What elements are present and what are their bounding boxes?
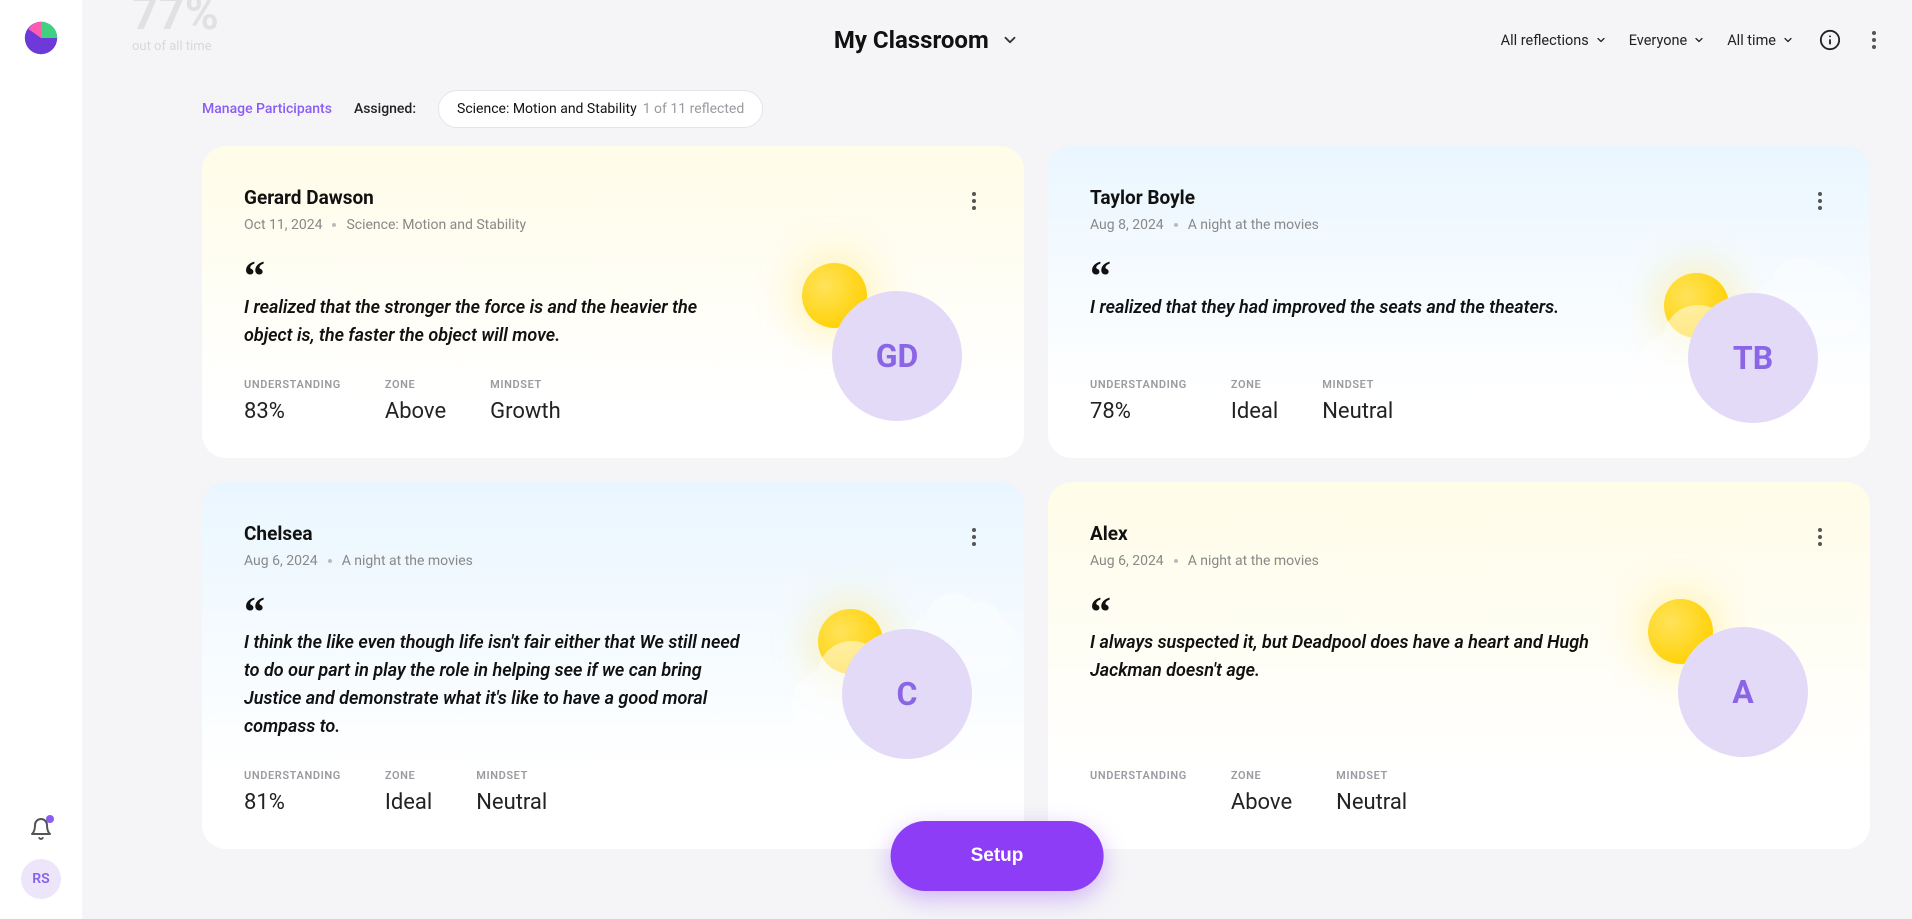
- reflection-date: Aug 6, 2024: [244, 553, 318, 569]
- reflection-activity: A night at the movies: [1188, 217, 1319, 233]
- metrics-row: UNDERSTANDING ZONE Above MINDSET Neutral: [1090, 761, 1828, 815]
- header: 77% out of all time My Classroom All ref…: [82, 0, 1912, 80]
- weather-scene-icon: A: [1638, 599, 1870, 779]
- reflection-date: Aug 8, 2024: [1090, 217, 1164, 233]
- student-name: Alex: [1090, 522, 1319, 545]
- dot-icon: [1174, 559, 1178, 563]
- student-avatar: C: [842, 629, 972, 759]
- assigned-chip-sub: 1 of 11 reflected: [643, 101, 745, 117]
- metrics-row: UNDERSTANDING 81% ZONE Ideal MINDSET Neu…: [244, 761, 982, 815]
- metric-value-understanding: 78%: [1090, 399, 1187, 424]
- sidebar: RS: [0, 0, 82, 919]
- student-name: Chelsea: [244, 522, 473, 545]
- weather-scene-icon: C: [792, 599, 1024, 779]
- summary-percent: 77%: [132, 0, 352, 33]
- student-avatar: TB: [1688, 293, 1818, 423]
- quote-icon: “: [244, 605, 746, 622]
- metric-value-zone: Ideal: [385, 790, 432, 815]
- metric-label-mindset: MINDSET: [1322, 378, 1393, 391]
- student-avatar: GD: [832, 291, 962, 421]
- reflection-card[interactable]: Gerard Dawson Oct 11, 2024 Science: Moti…: [202, 146, 1024, 458]
- dot-icon: [328, 559, 332, 563]
- notifications-icon[interactable]: [29, 817, 53, 841]
- assigned-chip[interactable]: Science: Motion and Stability 1 of 11 re…: [438, 90, 763, 128]
- metric-label-mindset: MINDSET: [1336, 769, 1407, 782]
- chevron-down-icon: [1782, 34, 1794, 46]
- assigned-label: Assigned:: [354, 101, 416, 117]
- metric-label-understanding: UNDERSTANDING: [244, 769, 341, 782]
- filter-everyone[interactable]: Everyone: [1629, 32, 1705, 49]
- chevron-down-icon: [1595, 34, 1607, 46]
- filter-time-label: All time: [1727, 32, 1776, 49]
- setup-button[interactable]: Setup: [891, 821, 1104, 891]
- info-icon: [1819, 29, 1841, 51]
- quote-icon: “: [1090, 605, 1592, 622]
- app-logo[interactable]: [23, 20, 59, 56]
- metric-value-zone: Ideal: [1231, 399, 1278, 424]
- card-more-button[interactable]: [1812, 522, 1828, 552]
- toolbar: Manage Participants Assigned: Science: M…: [82, 80, 1912, 146]
- quote-icon: “: [1090, 269, 1592, 286]
- self-avatar[interactable]: RS: [21, 859, 61, 899]
- reflection-activity: Science: Motion and Stability: [346, 217, 526, 233]
- reflection-quote: I think the like even though life isn't …: [244, 629, 746, 741]
- metric-value-zone: Above: [1231, 790, 1292, 815]
- header-more-button[interactable]: [1866, 25, 1882, 55]
- metric-label-understanding: UNDERSTANDING: [1090, 378, 1187, 391]
- manage-participants-link[interactable]: Manage Participants: [202, 101, 332, 117]
- classroom-chevron-down-icon[interactable]: [1001, 31, 1019, 49]
- quote-icon: “: [244, 269, 746, 286]
- student-avatar: A: [1678, 627, 1808, 757]
- metric-value-mindset: Growth: [490, 399, 561, 424]
- reflection-grid: Gerard Dawson Oct 11, 2024 Science: Moti…: [82, 146, 1912, 919]
- logo-icon: [23, 20, 59, 56]
- filter-time[interactable]: All time: [1727, 32, 1794, 49]
- student-name: Taylor Boyle: [1090, 186, 1319, 209]
- metric-label-zone: ZONE: [1231, 378, 1278, 391]
- filter-reflections-label: All reflections: [1501, 32, 1589, 49]
- metric-value-understanding: 81%: [244, 790, 341, 815]
- summary-caption: out of all time: [132, 39, 352, 54]
- page-title: My Classroom: [834, 26, 989, 54]
- metric-value-mindset: Neutral: [1336, 790, 1407, 815]
- metric-value-understanding: 83%: [244, 399, 341, 424]
- main: 77% out of all time My Classroom All ref…: [82, 0, 1912, 919]
- reflection-activity: A night at the movies: [342, 553, 473, 569]
- metric-value-mindset: Neutral: [476, 790, 547, 815]
- card-more-button[interactable]: [1812, 186, 1828, 216]
- reflection-date: Oct 11, 2024: [244, 217, 322, 233]
- metric-label-understanding: UNDERSTANDING: [244, 378, 341, 391]
- card-more-button[interactable]: [966, 522, 982, 552]
- filter-everyone-label: Everyone: [1629, 32, 1687, 49]
- metric-label-zone: ZONE: [1231, 769, 1292, 782]
- info-button[interactable]: [1816, 26, 1844, 54]
- metric-label-zone: ZONE: [385, 378, 446, 391]
- reflection-card[interactable]: Chelsea Aug 6, 2024 A night at the movie…: [202, 482, 1024, 849]
- reflection-card[interactable]: Alex Aug 6, 2024 A night at the movies “…: [1048, 482, 1870, 849]
- metric-value-mindset: Neutral: [1322, 399, 1393, 424]
- reflection-quote: I always suspected it, but Deadpool does…: [1090, 629, 1592, 685]
- reflection-date: Aug 6, 2024: [1090, 553, 1164, 569]
- metric-value-zone: Above: [385, 399, 446, 424]
- dot-icon: [1174, 223, 1178, 227]
- metric-label-understanding: UNDERSTANDING: [1090, 769, 1187, 782]
- filter-reflections[interactable]: All reflections: [1501, 32, 1607, 49]
- card-more-button[interactable]: [966, 186, 982, 216]
- metric-label-mindset: MINDSET: [490, 378, 561, 391]
- chevron-down-icon: [1693, 34, 1705, 46]
- reflection-activity: A night at the movies: [1188, 553, 1319, 569]
- student-name: Gerard Dawson: [244, 186, 526, 209]
- reflection-quote: I realized that they had improved the se…: [1090, 294, 1592, 322]
- header-summary: 77% out of all time: [132, 26, 352, 54]
- metric-label-mindset: MINDSET: [476, 769, 547, 782]
- metric-label-zone: ZONE: [385, 769, 432, 782]
- assigned-chip-title: Science: Motion and Stability: [457, 101, 637, 117]
- reflection-card[interactable]: Taylor Boyle Aug 8, 2024 A night at the …: [1048, 146, 1870, 458]
- notification-dot-icon: [46, 815, 54, 823]
- dot-icon: [332, 223, 336, 227]
- reflection-quote: I realized that the stronger the force i…: [244, 294, 746, 350]
